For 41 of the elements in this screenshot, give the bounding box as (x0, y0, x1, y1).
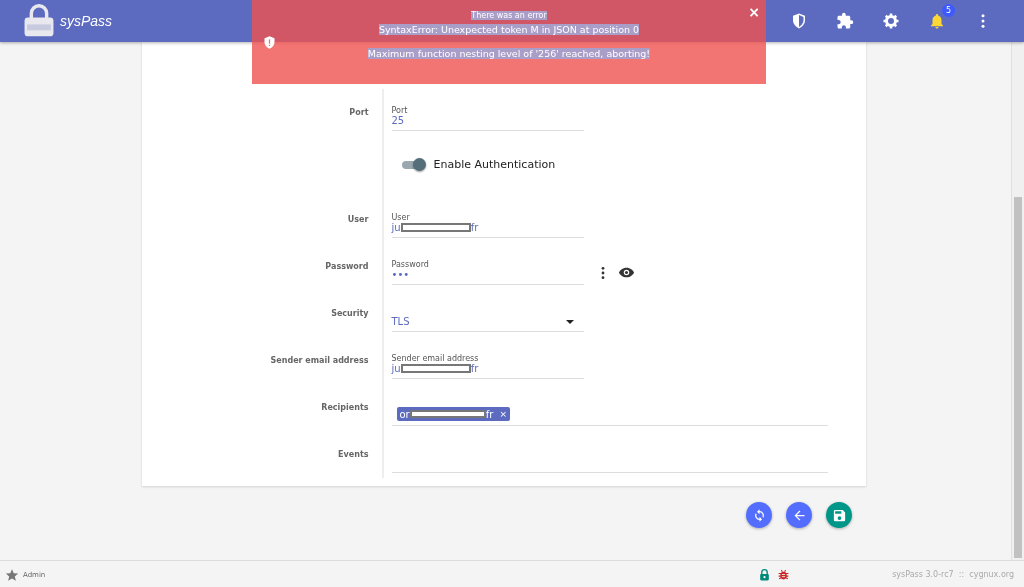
puzzle-icon[interactable] (836, 12, 854, 30)
notification-badge: 5 (942, 4, 955, 17)
row-label: Port (349, 108, 369, 117)
error-message: SyntaxError: Unexpected token M in JSON at position 0 (378, 24, 640, 35)
logo-title: sysPass (60, 13, 113, 29)
row-label: Security (331, 309, 369, 318)
bug-icon (777, 568, 791, 581)
lock-icon (758, 567, 772, 582)
more-icon[interactable] (599, 265, 606, 280)
row-label: Sender email address (270, 356, 369, 365)
remove-chip-button[interactable]: × (499, 409, 507, 419)
version-text: sysPass 3.0-rc7 :: cygnux.org (892, 570, 1014, 579)
row-label: Password (325, 262, 369, 271)
row-label: Events (338, 450, 369, 459)
refresh-button[interactable] (746, 502, 772, 528)
text-field[interactable]: Password ••• (391, 260, 584, 285)
redaction-bar (400, 364, 471, 373)
row-label: Recipients (321, 403, 369, 412)
close-button[interactable]: × (748, 4, 760, 20)
text-field[interactable]: Port 25 (391, 106, 584, 131)
shield-icon[interactable] (790, 12, 808, 30)
caret-icon (565, 319, 574, 324)
text-field[interactable]: Sender email address ju fr (391, 354, 584, 379)
alert-shield-icon (262, 35, 277, 50)
toggle-switch[interactable] (401, 160, 424, 169)
error-title: There was an error (471, 11, 547, 20)
settings-icon[interactable] (882, 12, 900, 30)
text-field[interactable]: User ju fr (391, 213, 584, 238)
row-label: User (347, 215, 369, 224)
eye-icon[interactable] (617, 267, 635, 278)
tag-input[interactable]: or fr × (391, 407, 828, 426)
recipient-chip: or fr × (396, 407, 510, 421)
redaction-bar (400, 223, 471, 232)
switch-label: Enable Authentication (433, 158, 556, 171)
back-button[interactable] (786, 502, 812, 528)
security-select[interactable]: TLS (391, 316, 584, 332)
scrollbar[interactable] (1011, 42, 1024, 560)
star-icon (5, 567, 19, 582)
save-button[interactable] (826, 502, 852, 528)
bell-icon[interactable] (928, 12, 946, 30)
error-message: Maximum function nesting level of '256' reached, aborting! (367, 48, 651, 59)
